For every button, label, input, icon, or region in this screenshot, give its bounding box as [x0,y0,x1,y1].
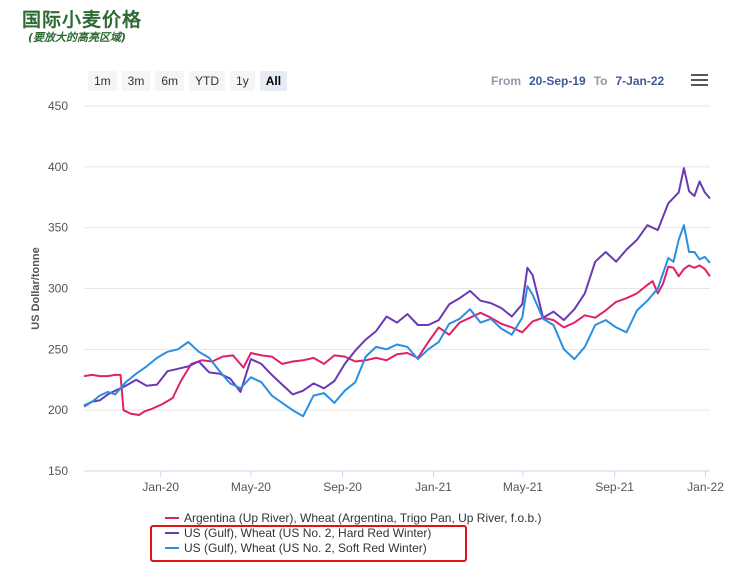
y-tick-label: 450 [48,99,68,113]
y-tick-label: 400 [48,160,68,174]
x-tick-label: Jan-20 [142,480,179,494]
x-tick-label: Sep-21 [595,480,634,494]
x-tick-label: May-20 [231,480,271,494]
y-tick-label: 250 [48,342,68,356]
series-line-1 [83,264,711,416]
series-line-2 [83,167,711,408]
y-tick-label: 200 [48,403,68,417]
legend-highlight-box [150,525,467,562]
legend-swatch-argentina [165,516,179,519]
legend-label-argentina: Argentina (Up River), Wheat (Argentina, … [184,510,542,525]
y-tick-label: 150 [48,464,68,478]
x-tick-label: Sep-20 [323,480,362,494]
y-axis-label: US Dollar/tonne [30,247,42,330]
x-tick-label: Jan-21 [415,480,452,494]
legend-item-argentina[interactable]: Argentina (Up River), Wheat (Argentina, … [165,510,541,525]
x-tick-label: Jan-22 [687,480,724,494]
x-tick-label: May-21 [503,480,543,494]
y-tick-label: 350 [48,221,68,235]
line-chart: 150 200 250 300 350 400 450 Jan-20 May-20 Sep-20 J… [30,99,724,494]
y-tick-label: 300 [48,282,68,296]
